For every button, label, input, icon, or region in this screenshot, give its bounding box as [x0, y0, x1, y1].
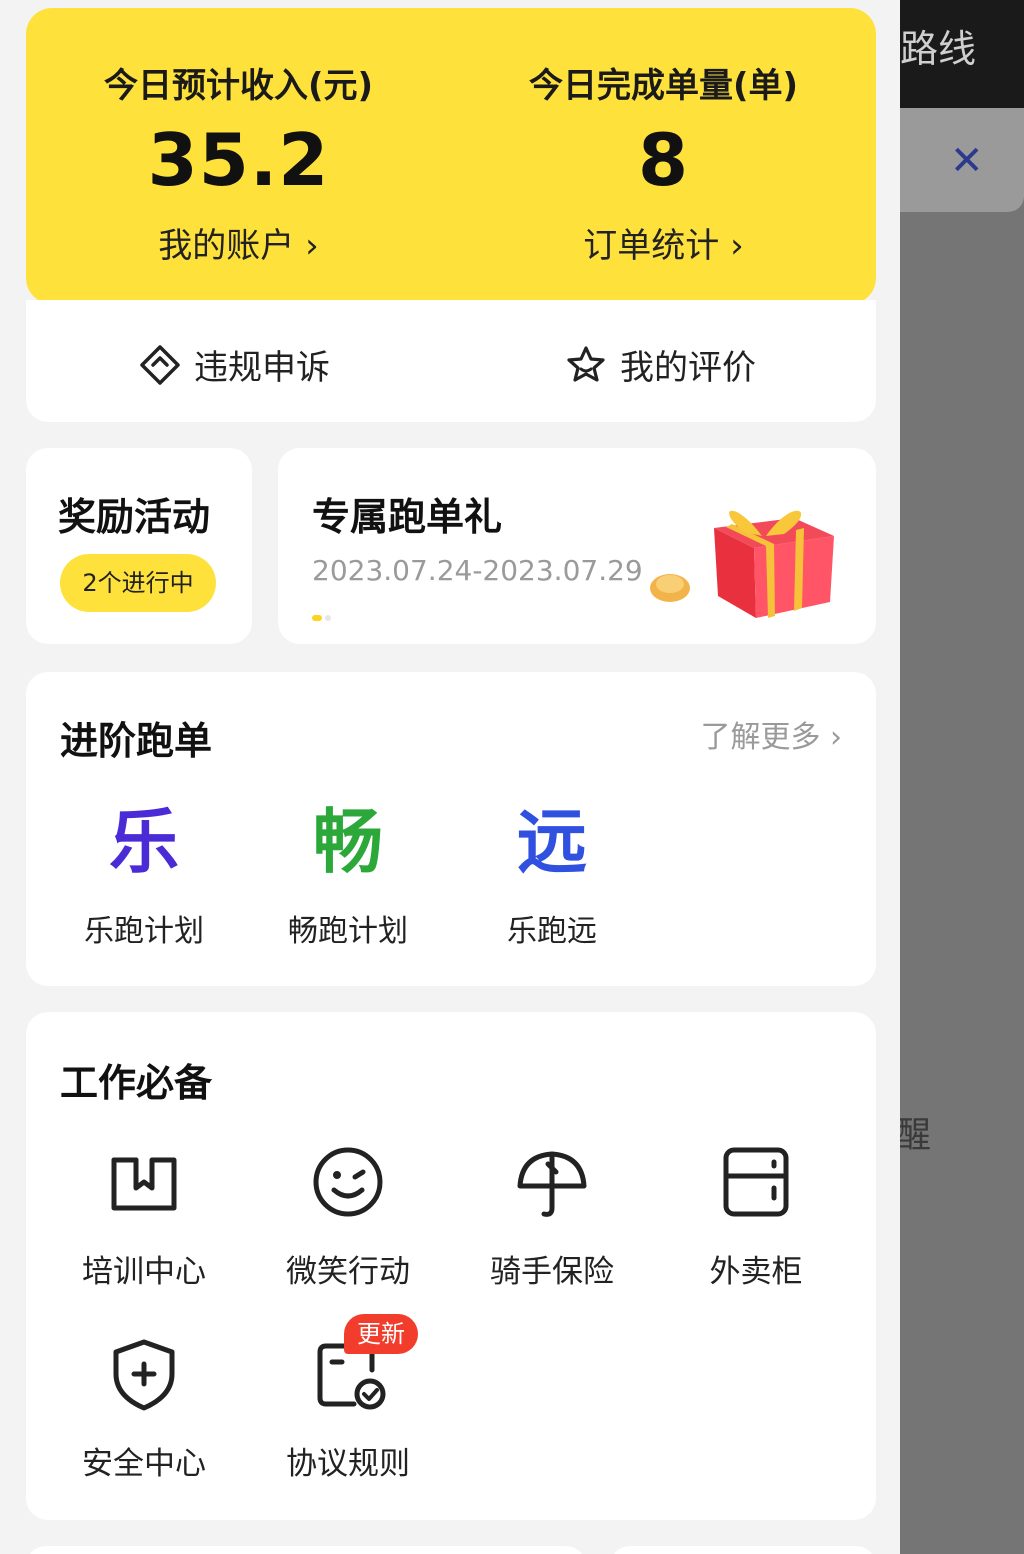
my-account-link[interactable]: 我的账户 ›	[26, 218, 451, 267]
promo-date-range: 2023.07.24-2023.07.29	[312, 554, 643, 587]
reward-title: 奖励活动	[58, 495, 211, 539]
plan-label: 畅跑计划	[288, 914, 408, 949]
my-rating-button[interactable]: 我的评价	[564, 340, 756, 389]
plan-item-lepao[interactable]: 乐 乐跑计划	[64, 800, 224, 950]
plan-label: 乐跑计划	[84, 914, 204, 949]
next-card-right	[610, 1546, 876, 1554]
tool-label: 外卖柜	[709, 1254, 803, 1290]
orders-value: 8	[637, 118, 690, 202]
appeal-button[interactable]: 违规申诉	[138, 340, 330, 389]
learn-more-label: 了解更多	[700, 720, 821, 755]
reward-activity-card[interactable]: 奖励活动 2个进行中	[26, 448, 252, 644]
gift-box-icon	[650, 510, 834, 618]
tool-safety-center[interactable]: 安全中心	[44, 1334, 244, 1483]
rider-drawer-panel: 今日预计收入(元) 35.2 我的账户 › 今日完成单量(单) 8 订单统计 ›…	[0, 0, 900, 1554]
tool-label: 安全中心	[82, 1446, 206, 1482]
tool-agreement-rules[interactable]: 协议规则	[248, 1334, 448, 1483]
quick-actions: 违规申诉 我的评价	[26, 300, 876, 422]
plan-item-lepaoyuan[interactable]: 远 乐跑远	[472, 800, 632, 950]
plan-label: 乐跑远	[507, 914, 597, 949]
advanced-title: 进阶跑单	[60, 719, 213, 763]
changpao-icon: 畅	[313, 801, 383, 883]
umbrella-icon	[517, 1151, 587, 1217]
order-stats-link[interactable]: 订单统计 ›	[451, 218, 876, 267]
learn-more-link[interactable]: 了解更多 ›	[700, 712, 842, 756]
background-title: 路线	[900, 27, 977, 71]
appeal-label: 违规申诉	[194, 348, 330, 388]
background-remind-text: 醒	[895, 1115, 932, 1156]
smile-icon	[313, 1147, 383, 1217]
star-icon	[567, 345, 605, 382]
tool-label: 协议规则	[286, 1446, 410, 1482]
tool-delivery-locker[interactable]: 外卖柜	[656, 1142, 856, 1291]
chevron-right-icon: ›	[830, 720, 842, 755]
shield-icon	[113, 1339, 175, 1411]
today-stats-card: 今日预计收入(元) 35.2 我的账户 › 今日完成单量(单) 8 订单统计 ›	[26, 8, 876, 304]
background-page	[900, 0, 1024, 1554]
promo-banner[interactable]: 专属跑单礼 2023.07.24-2023.07.29	[278, 448, 876, 644]
income-value: 35.2	[147, 118, 330, 202]
tool-label: 微笑行动	[286, 1254, 410, 1290]
tool-label: 骑手保险	[490, 1254, 614, 1290]
next-card-left	[26, 1546, 586, 1554]
work-essentials-title: 工作必备	[60, 1061, 213, 1105]
promo-title: 专属跑单礼	[312, 495, 503, 539]
tool-smile-action[interactable]: 微笑行动	[248, 1142, 448, 1291]
locker-icon	[723, 1147, 789, 1217]
income-label: 今日预计收入(元)	[103, 66, 374, 106]
lepaoyuan-icon: 远	[517, 801, 587, 883]
plan-item-changpao[interactable]: 畅 畅跑计划	[268, 800, 428, 950]
close-icon[interactable]: ✕	[950, 138, 984, 184]
advanced-running-section: 进阶跑单 了解更多 › 乐 乐跑计划 畅 畅跑计划 远 乐跑远	[26, 672, 876, 986]
tool-rider-insurance[interactable]: 骑手保险	[452, 1142, 652, 1291]
reward-count-badge: 2个进行中	[60, 554, 216, 612]
my-rating-label: 我的评价	[620, 348, 756, 388]
orders-label: 今日完成单量(单)	[528, 66, 799, 106]
book-icon	[111, 1157, 177, 1211]
appeal-icon	[140, 344, 180, 385]
tool-training-center[interactable]: 培训中心	[44, 1142, 244, 1291]
tool-label: 培训中心	[82, 1254, 206, 1290]
lepao-icon: 乐	[109, 801, 179, 883]
carousel-indicator	[312, 606, 334, 625]
work-essentials-section: 工作必备 培训中心 微笑行动 骑手保险 外卖柜 安全中心 协议规则 更新	[26, 1012, 876, 1520]
update-badge: 更新	[344, 1314, 418, 1354]
